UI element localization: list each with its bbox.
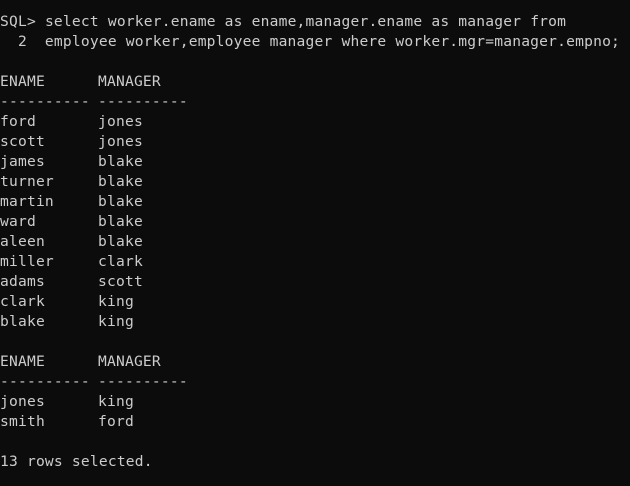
table-row: clark king — [0, 292, 630, 312]
manager-cell: jones — [98, 133, 143, 150]
ename-cell: smith — [0, 413, 45, 430]
manager-cell: ford — [98, 413, 134, 430]
header-ename: ENAME — [0, 73, 45, 90]
rows-selected-message: 13 rows selected. — [0, 453, 153, 470]
ename-cell: ford — [0, 113, 36, 130]
table-row: aleen blake — [0, 232, 630, 252]
table-row: blake king — [0, 312, 630, 332]
table-row: jones king — [0, 392, 630, 412]
header-ename: ENAME — [0, 353, 45, 370]
query-text-1: select worker.ename as ename,manager.ena… — [35, 13, 567, 30]
table-row: miller clark — [0, 252, 630, 272]
table-row: adams scott — [0, 272, 630, 292]
manager-cell: blake — [98, 193, 143, 210]
table-row: ward blake — [0, 212, 630, 232]
separator-row: ---------- ---------- — [0, 372, 630, 392]
manager-cell: scott — [98, 273, 143, 290]
query-line-1: SQL> select worker.ename as ename,manage… — [0, 12, 630, 32]
table-row: smith ford — [0, 412, 630, 432]
ename-cell: ward — [0, 213, 36, 230]
ename-cell: jones — [0, 393, 45, 410]
table-row: turner blake — [0, 172, 630, 192]
header-manager: MANAGER — [98, 353, 161, 370]
manager-cell: jones — [98, 113, 143, 130]
query-line-2: 2 employee worker,employee manager where… — [0, 33, 621, 50]
result-page-2: ENAME MANAGER ---------- ---------- jones k… — [0, 352, 630, 432]
ename-cell: miller — [0, 253, 54, 270]
manager-cell: blake — [98, 153, 143, 170]
separator-ename: ---------- — [0, 93, 90, 110]
ename-cell: blake — [0, 313, 45, 330]
separator-row: ---------- ---------- — [0, 92, 630, 112]
ename-cell: clark — [0, 293, 45, 310]
manager-cell: blake — [98, 173, 143, 190]
ename-cell: aleen — [0, 233, 45, 250]
ename-cell: martin — [0, 193, 54, 210]
table-row: ford jones — [0, 112, 630, 132]
table-row: martin blake — [0, 192, 630, 212]
table-row: james blake — [0, 152, 630, 172]
sql-prompt: SQL> — [0, 13, 36, 30]
manager-cell: clark — [98, 253, 143, 270]
manager-cell: king — [98, 393, 134, 410]
result-rows: ford jones scott jones james blake turner blake… — [0, 112, 630, 332]
table-row: scott jones — [0, 132, 630, 152]
result-page-1: ENAME MANAGER ---------- ---------- ford jo… — [0, 72, 630, 332]
ename-cell: turner — [0, 173, 54, 190]
column-header-row: ENAME MANAGER — [0, 72, 630, 92]
ename-cell: adams — [0, 273, 45, 290]
ename-cell: scott — [0, 133, 45, 150]
manager-cell: blake — [98, 233, 143, 250]
manager-cell: blake — [98, 213, 143, 230]
column-header-row: ENAME MANAGER — [0, 352, 630, 372]
separator-manager: ---------- — [98, 373, 188, 390]
separator-manager: ---------- — [98, 93, 188, 110]
separator-ename: ---------- — [0, 373, 90, 390]
manager-cell: king — [98, 313, 134, 330]
result-rows: jones king smith ford — [0, 392, 630, 432]
sqlplus-console[interactable]: SQL> select worker.ename as ename,manage… — [0, 12, 630, 472]
ename-cell: james — [0, 153, 45, 170]
header-manager: MANAGER — [98, 73, 161, 90]
manager-cell: king — [98, 293, 134, 310]
